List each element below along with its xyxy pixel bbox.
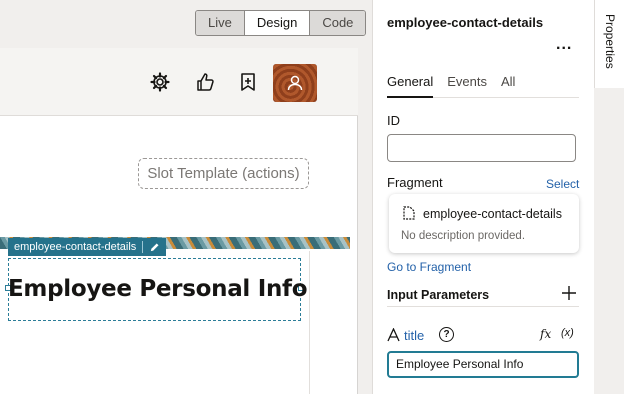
mode-design-button[interactable]: Design bbox=[244, 11, 311, 35]
input-parameters-label: Input Parameters bbox=[387, 288, 490, 302]
fragment-label: Fragment bbox=[387, 175, 443, 190]
mode-code-button[interactable]: Code bbox=[310, 11, 366, 35]
more-options-icon[interactable]: ... bbox=[556, 36, 572, 54]
id-input[interactable] bbox=[387, 134, 576, 162]
bookmark-icon[interactable] bbox=[236, 70, 260, 94]
title-parameter-row: title ? fx (x) bbox=[387, 327, 579, 345]
properties-title: employee-contact-details bbox=[387, 15, 544, 30]
document-icon bbox=[403, 206, 415, 220]
fragment-tag[interactable]: employee-contact-details bbox=[8, 238, 167, 256]
tab-general[interactable]: General bbox=[387, 72, 434, 98]
fragment-tag-label: employee-contact-details bbox=[14, 241, 137, 253]
mode-toggle: Live Design Code bbox=[195, 10, 367, 36]
divider bbox=[387, 306, 579, 307]
gear-icon[interactable] bbox=[148, 70, 172, 94]
go-to-fragment-link[interactable]: Go to Fragment bbox=[387, 260, 471, 274]
tab-all[interactable]: All bbox=[501, 72, 515, 98]
title-param-name: title bbox=[404, 328, 425, 343]
text-type-icon bbox=[387, 328, 400, 342]
page-header bbox=[0, 48, 358, 116]
user-avatar[interactable] bbox=[273, 64, 317, 102]
expression-icon[interactable]: fx bbox=[540, 327, 551, 341]
fragment-card[interactable]: employee-contact-details No description … bbox=[389, 194, 579, 253]
add-parameter-icon[interactable] bbox=[562, 286, 576, 300]
properties-panel: employee-contact-details ... General Eve… bbox=[372, 0, 594, 394]
side-tab-strip: Properties bbox=[594, 0, 624, 394]
slot-template-placeholder[interactable]: Slot Template (actions) bbox=[138, 158, 309, 189]
id-label: ID bbox=[387, 113, 400, 128]
fragment-card-description: No description provided. bbox=[401, 230, 526, 242]
fragment-card-name: employee-contact-details bbox=[423, 207, 562, 221]
tab-events[interactable]: Events bbox=[447, 72, 487, 98]
app-root: Live Design Code Slot Template (actions) bbox=[0, 0, 624, 394]
pencil-icon[interactable] bbox=[149, 242, 160, 253]
tag-divider bbox=[142, 241, 144, 253]
user-icon bbox=[287, 75, 303, 91]
select-fragment-link[interactable]: Select bbox=[546, 177, 579, 191]
thumbs-up-icon[interactable] bbox=[193, 70, 217, 94]
canvas-area: Live Design Code Slot Template (actions) bbox=[0, 0, 372, 394]
variable-icon[interactable]: (x) bbox=[561, 327, 574, 339]
help-icon[interactable]: ? bbox=[439, 327, 454, 342]
fragment-heading: Employee Personal Info bbox=[8, 276, 308, 302]
tab-properties[interactable]: Properties bbox=[594, 0, 624, 88]
design-canvas: Slot Template (actions) employee-contact… bbox=[0, 48, 358, 394]
tab-properties-label: Properties bbox=[603, 14, 617, 69]
properties-tabs: General Events All bbox=[387, 72, 579, 98]
title-param-input[interactable]: Employee Personal Info bbox=[387, 351, 579, 378]
mode-live-button[interactable]: Live bbox=[196, 11, 245, 35]
